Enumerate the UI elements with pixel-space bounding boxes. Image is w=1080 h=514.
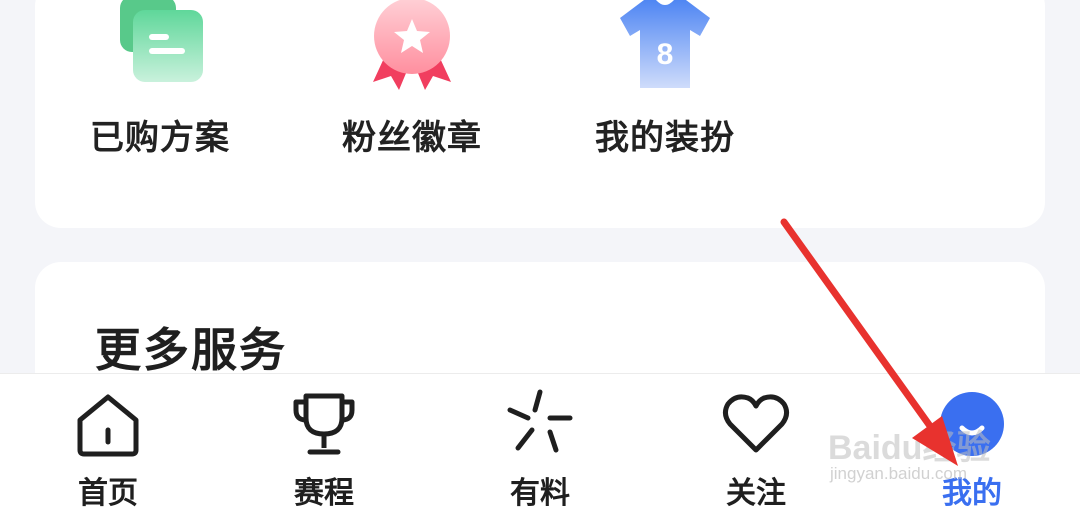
home-icon	[77, 394, 139, 457]
feature-label: 粉丝徽章	[342, 118, 482, 158]
fan-badge-icon	[373, 0, 451, 90]
tab-follow[interactable]: 关注	[676, 374, 836, 514]
profile-icon	[940, 392, 1004, 456]
bottom-tab-bar: 首页 赛程 有料 关注 我的	[0, 373, 1080, 514]
trophy-icon	[293, 393, 355, 455]
tab-schedule[interactable]: 赛程	[244, 374, 404, 514]
tab-label: 赛程	[294, 476, 354, 511]
tab-label: 首页	[78, 476, 138, 511]
tab-me[interactable]: 我的	[892, 374, 1052, 514]
section-title: 更多服务	[95, 323, 287, 377]
tab-insights[interactable]: 有料	[460, 374, 620, 514]
sparkle-icon	[507, 389, 573, 453]
purchased-plan-icon	[120, 0, 203, 82]
jersey-number: 8	[657, 38, 674, 71]
heart-icon	[722, 394, 790, 453]
feature-card: 已购方案 粉丝徽章 8 我的装扮	[35, 0, 1045, 228]
jersey-icon: 8	[620, 0, 710, 88]
tab-label: 我的	[942, 476, 1002, 511]
feature-label: 我的装扮	[595, 118, 735, 158]
tab-label: 有料	[510, 476, 570, 511]
tab-label: 关注	[726, 476, 786, 511]
profile-page: 已购方案 粉丝徽章 8 我的装扮 更多服务 首页 赛程 有料 关注 我的 Bai…	[0, 0, 1080, 514]
feature-label: 已购方案	[90, 118, 230, 158]
tab-home[interactable]: 首页	[28, 374, 188, 514]
